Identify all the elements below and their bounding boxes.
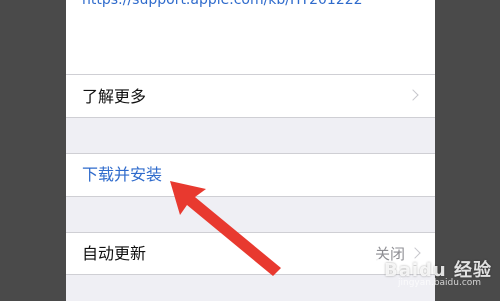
divider xyxy=(66,196,435,197)
baidu-watermark: Baidu 经验 jingyan.baidu.com xyxy=(358,252,498,292)
download-install-label: 下载并安装 xyxy=(82,165,163,184)
auto-update-label: 自动更新 xyxy=(82,244,147,263)
support-link[interactable]: https://support.apple.com/kb/HT201222 xyxy=(82,0,363,8)
download-install-row[interactable]: 下载并安装 xyxy=(66,154,435,196)
left-backdrop xyxy=(0,0,66,301)
learn-more-label: 了解更多 xyxy=(82,87,147,106)
watermark-subtext: jingyan.baidu.com xyxy=(398,278,482,288)
divider xyxy=(66,117,435,118)
paw-logo-icon xyxy=(358,253,380,274)
chevron-right-icon xyxy=(407,89,419,101)
support-link-cell: https://support.apple.com/kb/HT201222 xyxy=(66,0,435,74)
learn-more-row[interactable]: 了解更多 xyxy=(66,75,435,117)
